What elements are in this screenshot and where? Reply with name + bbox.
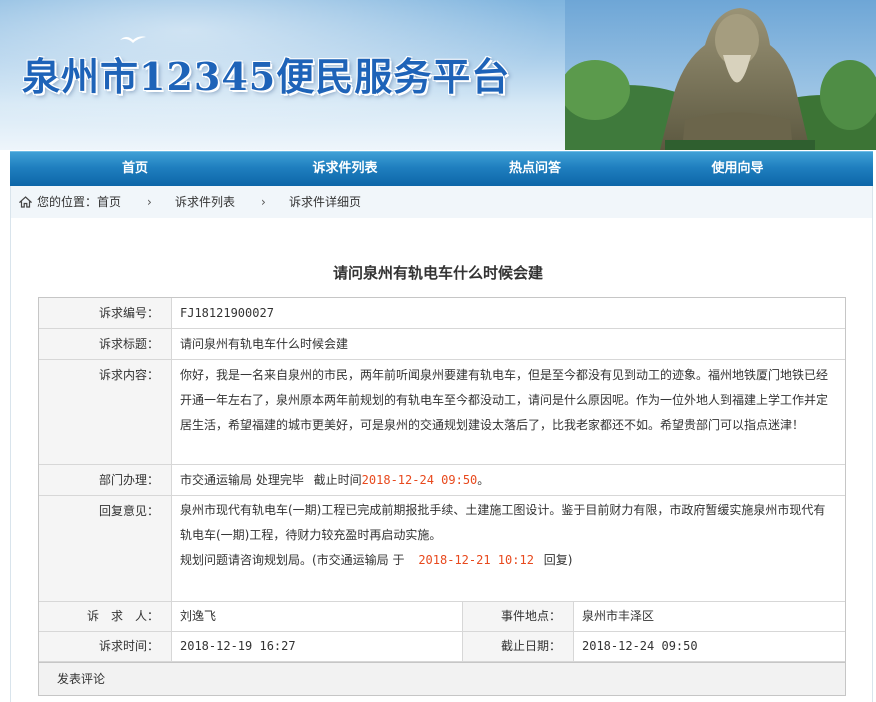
- time-value: 2018-12-19 16:27: [180, 639, 296, 653]
- reply-source: 规划问题请咨询规划局。(市交通运输局 于 2018-12-21 10:12 回复…: [180, 548, 829, 573]
- reply-value: 泉州市现代有轨电车(一期)工程已完成前期报批手续、土建施工图设计。鉴于目前财力有…: [172, 496, 845, 601]
- reply-source-prefix: 规划问题请咨询规划局。(市交通运输局 于: [180, 553, 405, 567]
- breadcrumb-home-link[interactable]: 首页: [97, 186, 121, 218]
- person-value: 刘逸飞: [180, 609, 217, 623]
- breadcrumb-prefix: 您的位置：: [37, 195, 98, 209]
- nav-complaint-list[interactable]: 诉求件列表: [260, 152, 430, 186]
- time-due-cells: 2018-12-19 16:27 截止日期： 2018-12-24 09:50: [172, 632, 845, 661]
- complaint-detail-table: 诉求编号： FJ18121900027 诉求标题： 请问泉州有轨电车什么时候会建…: [38, 297, 846, 696]
- dept-value: 市交通运输局 处理完毕 截止时间2018-12-24 09:50。: [172, 465, 845, 495]
- reply-source-suffix: 回复): [543, 553, 573, 567]
- site-title: 泉州市12345便民服务平台: [22, 54, 511, 99]
- nav-hot-qa[interactable]: 热点问答: [430, 152, 640, 186]
- location-value: 泉州市丰泽区: [582, 609, 655, 623]
- due-value: 2018-12-24 09:50: [582, 639, 698, 653]
- title-label: 诉求标题：: [39, 329, 172, 359]
- content-value: 你好，我是一名来自泉州的市民，两年前听闻泉州要建有轨电车，但是至今都没有见到动工…: [180, 368, 829, 432]
- reply-time: 2018-12-21 10:12: [418, 553, 534, 567]
- row-reply: 回复意见： 泉州市现代有轨电车(一期)工程已完成前期报批手续、土建施工图设计。鉴…: [39, 496, 845, 602]
- post-comment-tab[interactable]: 发表评论: [39, 662, 845, 695]
- code-value: FJ18121900027: [180, 306, 274, 320]
- person-label: 诉 求 人：: [39, 602, 172, 631]
- breadcrumb-current: 诉求件详细页: [289, 195, 362, 209]
- deadline-time: 2018-12-24 09:50: [361, 473, 478, 487]
- nav-user-guide[interactable]: 使用向导: [640, 152, 835, 186]
- dept-label: 部门办理：: [39, 465, 172, 495]
- content-label: 诉求内容：: [39, 360, 172, 464]
- main-nav: 首页 诉求件列表 热点问答 使用向导: [10, 151, 873, 186]
- person-location-cells: 刘逸飞 事件地点： 泉州市丰泽区: [172, 602, 845, 631]
- due-label: 截止日期：: [462, 632, 574, 661]
- bird-icon: [120, 36, 146, 43]
- row-dept: 部门办理： 市交通运输局 处理完毕 截止时间2018-12-24 09:50。: [39, 465, 845, 496]
- row-content: 诉求内容： 你好，我是一名来自泉州的市民，两年前听闻泉州要建有轨电车，但是至今都…: [39, 360, 845, 465]
- row-person-location: 诉 求 人： 刘逸飞 事件地点： 泉州市丰泽区: [39, 602, 845, 632]
- page-title: 请问泉州有轨电车什么时候会建: [332, 264, 543, 282]
- code-label: 诉求编号：: [39, 298, 172, 328]
- time-label: 诉求时间：: [39, 632, 172, 661]
- location-label: 事件地点：: [462, 602, 574, 631]
- row-title: 诉求标题： 请问泉州有轨电车什么时候会建: [39, 329, 845, 360]
- breadcrumb: 您的位置： 首页 › 诉求件列表 › 诉求件详细页: [10, 186, 873, 219]
- row-time-due: 诉求时间： 2018-12-19 16:27 截止日期： 2018-12-24 …: [39, 632, 845, 662]
- deadline-prefix: 截止时间: [313, 473, 362, 487]
- row-code: 诉求编号： FJ18121900027: [39, 298, 845, 329]
- site-banner: 泉州市12345便民服务平台: [0, 0, 876, 150]
- nav-home[interactable]: 首页: [10, 152, 260, 186]
- statue-scenery-image: [565, 0, 876, 150]
- breadcrumb-separator: ›: [261, 195, 266, 209]
- home-icon: [19, 196, 32, 208]
- breadcrumb-list-link[interactable]: 诉求件列表: [175, 186, 235, 218]
- title-value: 请问泉州有轨电车什么时候会建: [180, 337, 349, 351]
- deadline-suffix: 。: [477, 473, 490, 487]
- dept-status: 市交通运输局 处理完毕: [180, 473, 304, 487]
- breadcrumb-separator: ›: [147, 195, 152, 209]
- reply-text: 泉州市现代有轨电车(一期)工程已完成前期报批手续、土建施工图设计。鉴于目前财力有…: [180, 503, 826, 542]
- reply-label: 回复意见：: [39, 496, 172, 601]
